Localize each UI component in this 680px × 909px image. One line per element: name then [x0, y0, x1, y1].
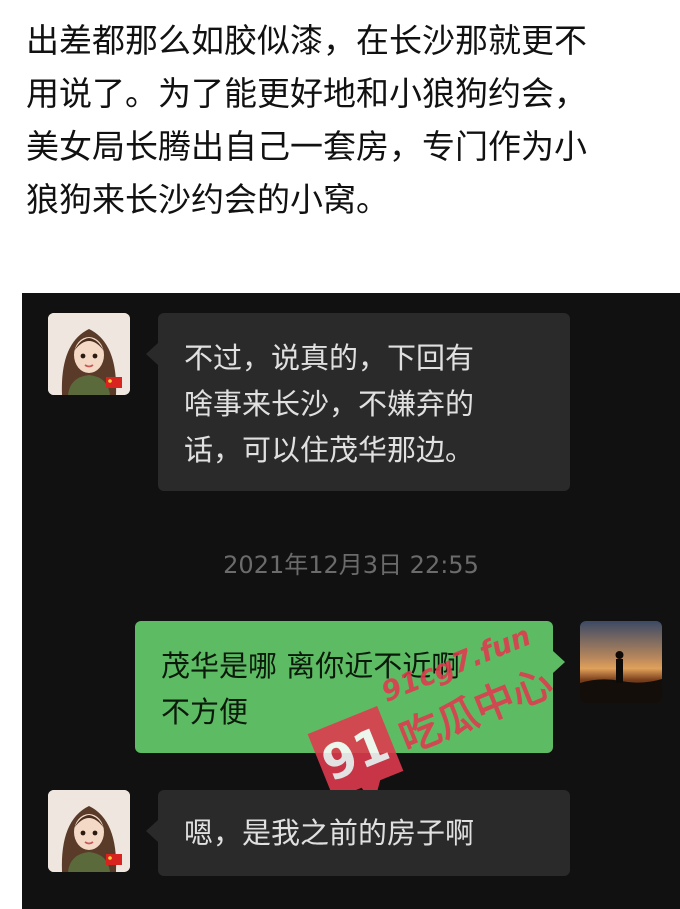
- woman-avatar-icon: [48, 313, 130, 395]
- chat-screenshot: 不过，说真的，下回有 啥事来长沙，不嫌弃的 话，可以住茂华那边。 2021年12…: [22, 293, 680, 909]
- silhouette-sunset-icon: [580, 651, 662, 703]
- message-timestamp: 2021年12月3日 22:55: [223, 551, 479, 579]
- message-bubble-outgoing[interactable]: 茂华是哪 离你近不近啊 不方便: [135, 621, 565, 753]
- contact-avatar[interactable]: [48, 790, 130, 872]
- article-line: 出差都那么如胶似漆，在长沙那就更不: [26, 21, 587, 60]
- article-line: 美女局长腾出自己一套房，专门作为小: [26, 127, 587, 166]
- contact-avatar[interactable]: [48, 313, 130, 395]
- message-bubble-incoming[interactable]: 不过，说真的，下回有 啥事来长沙，不嫌弃的 话，可以住茂华那边。: [146, 313, 570, 491]
- message-text: 不过，说真的，下回有 啥事来长沙，不嫌弃的 话，可以住茂华那边。: [184, 341, 475, 467]
- article-line: 用说了。为了能更好地和小狼狗约会，: [26, 74, 587, 113]
- message-bubble-incoming[interactable]: 嗯，是我之前的房子啊: [146, 790, 570, 876]
- woman-avatar-icon: [48, 790, 130, 872]
- message-text: 茂华是哪 离你近不近啊 不方便: [161, 649, 461, 729]
- message-text: 嗯，是我之前的房子啊: [184, 816, 475, 850]
- article-text: 出差都那么如胶似漆，在长沙那就更不 用说了。为了能更好地和小狼狗约会， 美女局长…: [26, 14, 676, 226]
- user-avatar[interactable]: [580, 621, 662, 703]
- article-line: 狼狗来长沙约会的小窝。: [26, 180, 389, 219]
